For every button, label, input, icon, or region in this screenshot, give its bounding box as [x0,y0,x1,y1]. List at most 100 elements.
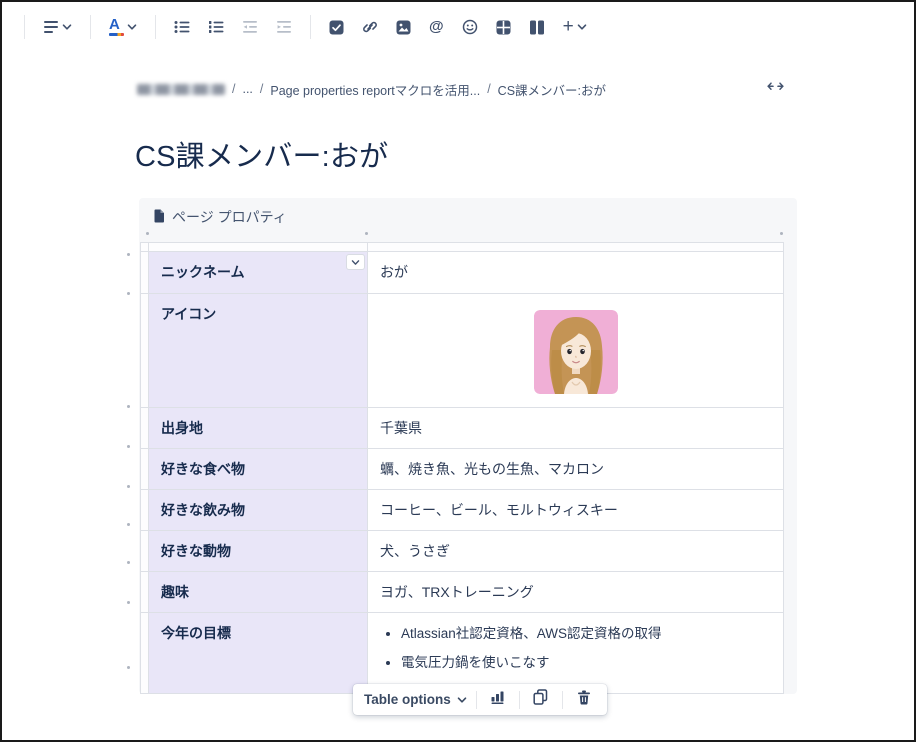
property-label-cell[interactable]: 出身地 [149,408,368,449]
copy-table-button[interactable] [529,688,553,712]
trash-icon [577,690,591,710]
chevron-down-icon [457,692,467,707]
property-value-cell[interactable]: 蠣、焼き魚、光もの生魚、マカロン [368,449,784,490]
property-label: ニックネーム [161,264,245,280]
outdent-icon [242,20,258,34]
macro-header: ページ プロパティ [139,198,797,227]
table-row[interactable]: 今年の目標 Atlassian社認定資格、AWS認定資格の取得 電気圧力鍋を使い… [141,613,784,694]
row-handle-dot[interactable] [127,292,130,295]
row-handle[interactable] [141,490,149,531]
table-row[interactable]: ニックネーム おが [141,252,784,294]
property-label: 好きな飲み物 [161,502,245,518]
toolbar-divider [476,691,477,709]
table-floating-toolbar: Table options [353,684,607,715]
insert-table-button[interactable] [491,16,516,39]
emoji-icon [462,19,478,35]
property-label-cell[interactable]: 好きな動物 [149,531,368,572]
table-icon [496,20,511,35]
table-row[interactable]: 好きな飲み物 コーヒー、ビール、モルトウィスキー [141,490,784,531]
align-text-icon [43,20,59,34]
row-handle[interactable] [141,252,149,294]
expand-width-icon [766,80,785,97]
text-align-button[interactable] [38,16,77,38]
breadcrumb-separator: / [487,82,490,96]
column-handle-dot[interactable] [780,232,783,235]
mention-icon: @ [429,19,444,35]
property-label-cell[interactable]: 好きな飲み物 [149,490,368,531]
table-row[interactable]: 出身地 千葉県 [141,408,784,449]
row-handle-dot[interactable] [127,523,130,526]
macro-title: ページ プロパティ [172,207,287,227]
row-handle-dot[interactable] [127,405,130,408]
table-row[interactable]: 趣味 ヨガ、TRXトレーニング [141,572,784,613]
numbered-list-button[interactable] [203,16,229,38]
row-handle-dot[interactable] [127,253,130,256]
row-handle-dot[interactable] [127,445,130,448]
property-value-cell[interactable]: 千葉県 [368,408,784,449]
expand-width-button[interactable] [766,80,785,98]
breadcrumb-parent-page[interactable]: Page properties reportマクロを活用... [270,80,480,99]
property-label-cell[interactable]: アイコン [149,294,368,408]
text-color-button[interactable]: A [104,14,142,40]
cell-options-button[interactable] [346,254,365,270]
insert-more-button[interactable]: + [558,15,592,39]
link-button[interactable] [357,15,383,39]
property-label-cell[interactable]: ニックネーム [149,252,368,294]
avatar[interactable] [534,310,618,394]
breadcrumb-current-page: CS課メンバー:おが [498,80,606,99]
table-row[interactable]: アイコン [141,294,784,408]
table-row[interactable]: 好きな食べ物 蠣、焼き魚、光もの生魚、マカロン [141,449,784,490]
layouts-button[interactable] [524,16,550,39]
page-title[interactable]: CS課メンバー:おが [135,133,388,175]
emoji-button[interactable] [457,15,483,39]
indent-icon [276,20,292,34]
row-handle[interactable] [141,531,149,572]
insert-image-button[interactable] [391,16,416,39]
toolbar-divider [24,15,25,39]
insert-chart-button[interactable] [486,688,510,712]
layouts-icon [529,20,545,35]
row-handle-dot[interactable] [127,666,130,669]
table-options-button[interactable]: Table options [364,692,467,707]
property-value-cell[interactable]: ヨガ、TRXトレーニング [368,572,784,613]
table-row[interactable]: 好きな動物 犬、うさぎ [141,531,784,572]
property-label-cell[interactable]: 好きな食べ物 [149,449,368,490]
bullet-list-button[interactable] [169,16,195,38]
row-handle-dot[interactable] [127,485,130,488]
image-icon [396,20,411,35]
property-value-cell[interactable]: Atlassian社認定資格、AWS認定資格の取得 電気圧力鍋を使いこなす [368,613,784,694]
task-list-button[interactable] [324,16,349,39]
column-handle-dot[interactable] [146,232,149,235]
property-value-cell[interactable]: 犬、うさぎ [368,531,784,572]
outdent-button[interactable] [237,16,263,38]
row-handle[interactable] [141,613,149,694]
row-handle[interactable] [141,572,149,613]
breadcrumb-space-blurred[interactable] [137,84,225,95]
editor-toolbar: A [2,10,914,44]
row-handle-dot[interactable] [127,601,130,604]
row-handle[interactable] [141,294,149,408]
column-handle-dot[interactable] [365,232,368,235]
breadcrumb-separator: / [260,82,263,96]
page-properties-macro[interactable]: ページ プロパティ ニックネーム おが アイコン [139,198,797,694]
toolbar-divider [562,691,563,709]
property-label: 趣味 [161,584,189,600]
property-value-cell[interactable]: コーヒー、ビール、モルトウィスキー [368,490,784,531]
breadcrumb: / ... / Page properties reportマクロを活用... … [137,81,606,97]
property-value-cell[interactable] [368,294,784,408]
link-icon [362,19,378,35]
delete-table-button[interactable] [572,688,596,712]
property-label-cell[interactable]: 今年の目標 [149,613,368,694]
table-column-controls-row[interactable] [141,243,784,252]
row-handle[interactable] [141,408,149,449]
property-label-cell[interactable]: 趣味 [149,572,368,613]
row-handle[interactable] [141,449,149,490]
indent-button[interactable] [271,16,297,38]
toolbar-divider [310,15,311,39]
breadcrumb-ellipsis[interactable]: ... [242,82,252,96]
page-properties-table[interactable]: ニックネーム おが アイコン [140,242,784,694]
copy-icon [533,689,548,710]
property-value-cell[interactable]: おが [368,252,784,294]
mention-button[interactable]: @ [424,15,449,39]
row-handle-dot[interactable] [127,561,130,564]
